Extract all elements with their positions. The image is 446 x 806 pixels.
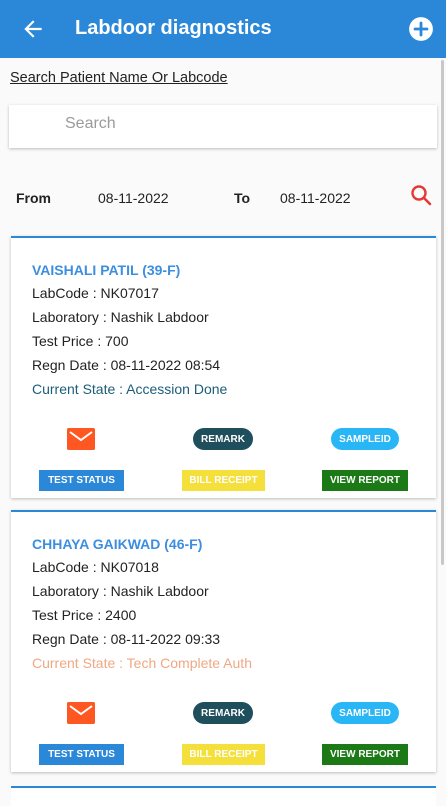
- laboratory: Laboratory : Nashik Labdoor: [32, 309, 209, 325]
- from-label: From: [16, 190, 51, 206]
- from-date[interactable]: 08-11-2022: [98, 190, 169, 206]
- labcode: LabCode : NK07018: [32, 559, 159, 575]
- bill-receipt-button[interactable]: BILL RECEIPT: [182, 470, 265, 491]
- back-arrow-icon[interactable]: [20, 16, 46, 42]
- mail-icon[interactable]: [67, 702, 95, 724]
- to-date[interactable]: 08-11-2022: [280, 190, 351, 206]
- test-price: Test Price : 700: [32, 333, 129, 349]
- laboratory: Laboratory : Nashik Labdoor: [32, 583, 209, 599]
- to-label: To: [234, 190, 251, 206]
- patient-name: CHHAYA GAIKWAD (46-F): [32, 536, 203, 552]
- regn-date: Regn Date : 08-11-2022 08:54: [32, 357, 221, 373]
- app-bar: Labdoor diagnostics: [0, 0, 446, 58]
- patient-name: VAISHALI PATIL (39-F): [32, 262, 181, 278]
- bill-receipt-button[interactable]: BILL RECEIPT: [182, 744, 265, 765]
- patient-card: VAISHALI PATIL (39-F) LabCode : NK07017 …: [11, 236, 436, 498]
- search-input[interactable]: [65, 115, 405, 133]
- remark-button[interactable]: REMARK: [193, 702, 253, 724]
- scrollbar[interactable]: [441, 60, 444, 565]
- search-label: Search Patient Name Or Labcode: [10, 70, 228, 86]
- date-filter-row: From 08-11-2022 To 08-11-2022: [0, 185, 446, 213]
- remark-button[interactable]: REMARK: [193, 428, 253, 450]
- search-icon[interactable]: [409, 183, 433, 207]
- test-status-button[interactable]: TEST STATUS: [39, 744, 124, 765]
- sampleid-button[interactable]: SAMPLEID: [331, 428, 399, 450]
- patient-card: CHHAYA GAIKWAD (46-F) LabCode : NK07018 …: [11, 510, 436, 772]
- search-box[interactable]: [9, 105, 437, 148]
- patient-card-partial: [11, 786, 436, 806]
- add-icon[interactable]: [408, 16, 434, 42]
- current-state: Current State : Accession Done: [32, 381, 228, 397]
- current-state: Current State : Tech Complete Auth: [32, 655, 252, 671]
- app-title: Labdoor diagnostics: [75, 17, 272, 39]
- labcode: LabCode : NK07017: [32, 285, 159, 301]
- regn-date: Regn Date : 08-11-2022 09:33: [32, 631, 221, 647]
- view-report-button[interactable]: VIEW REPORT: [322, 470, 408, 491]
- view-report-button[interactable]: VIEW REPORT: [322, 744, 408, 765]
- test-price: Test Price : 2400: [32, 607, 137, 623]
- mail-icon[interactable]: [67, 428, 95, 450]
- sampleid-button[interactable]: SAMPLEID: [331, 702, 399, 724]
- test-status-button[interactable]: TEST STATUS: [39, 470, 124, 491]
